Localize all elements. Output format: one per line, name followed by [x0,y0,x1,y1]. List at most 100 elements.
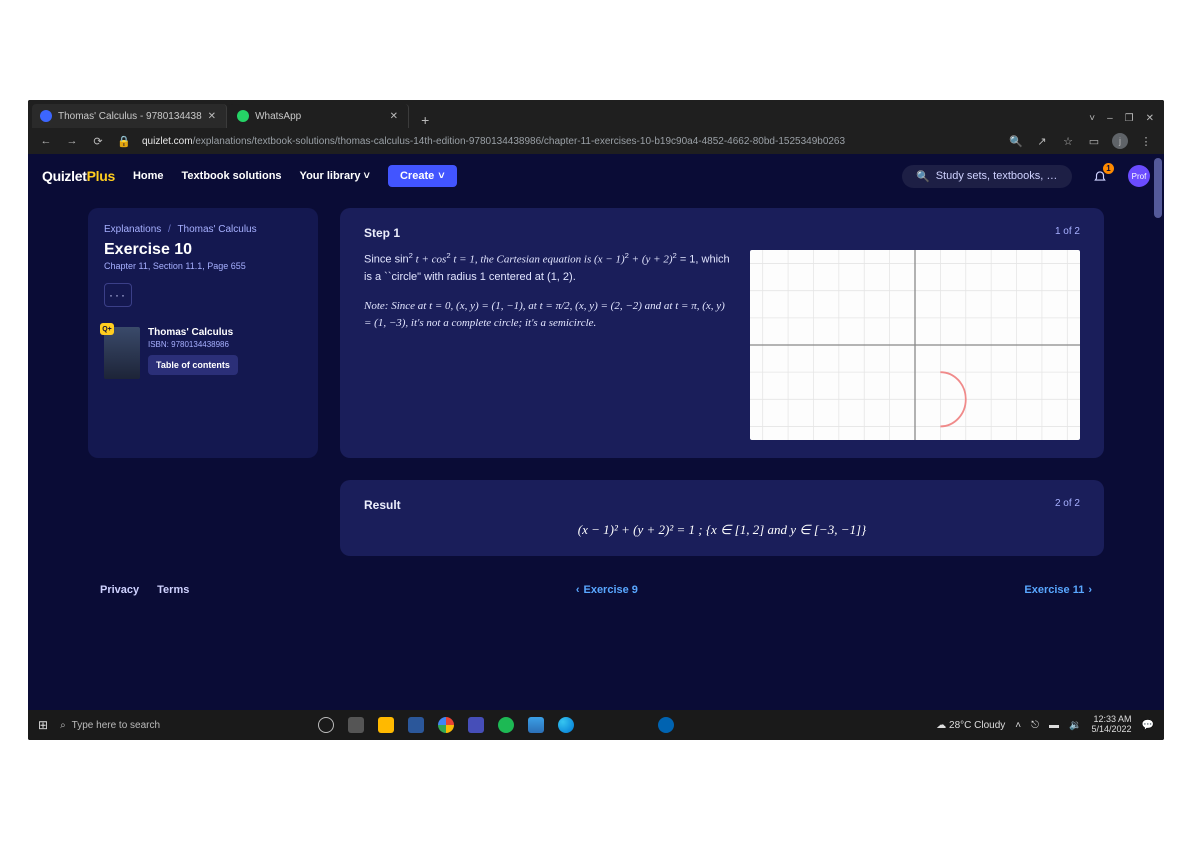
nav-textbook-solutions[interactable]: Textbook solutions [182,170,282,182]
notifications-button[interactable]: 1 [1090,166,1110,186]
next-exercise-label: Exercise 11 [1024,584,1084,596]
taskview-icon[interactable] [348,717,364,733]
crumb-explanations[interactable]: Explanations [104,224,161,235]
step-heading: Step 1 [364,226,400,240]
book-isbn: ISBN: 9780134438986 [148,340,238,349]
nav-home[interactable]: Home [133,170,164,182]
logo[interactable]: QuizletPlus [42,168,115,184]
system-tray: ☁ 28°C Cloudy ˄ ⎋ ▬ 🔉 12:33 AM 5/14/2022… [936,715,1154,735]
book-title[interactable]: Thomas' Calculus [148,327,238,338]
photos-icon[interactable] [528,717,544,733]
chevron-down-icon[interactable]: ˅ [1089,113,1095,124]
nav-your-library[interactable]: Your library ˅ [300,170,370,182]
forward-button[interactable]: → [64,135,80,147]
page-content: QuizletPlus Home Textbook solutions Your… [28,154,1164,710]
result-equation: (x − 1)² + (y + 2)² = 1 ; {x ∈ [1, 2] an… [364,522,1080,538]
crumb-sep: / [168,224,171,235]
tray-chevron-icon[interactable]: ˄ [1015,720,1021,731]
page-footer: Privacy Terms ‹ Exercise 9 Exercise 11 › [28,556,1164,604]
address-field[interactable]: quizlet.com/explanations/textbook-soluti… [142,136,998,147]
prev-exercise-label: Exercise 9 [583,584,637,596]
cortana-icon[interactable] [318,717,334,733]
tab-whatsapp[interactable]: WhatsApp ✕ [229,104,409,128]
profile-chip[interactable]: j [1112,133,1128,149]
explorer-icon[interactable] [378,717,394,733]
spotify-icon[interactable] [498,717,514,733]
start-button[interactable]: ⊞ [38,718,48,732]
task-icons [318,717,674,733]
crumb-book[interactable]: Thomas' Calculus [177,224,256,235]
search-placeholder: Study sets, textbooks, … [936,170,1058,182]
clock[interactable]: 12:33 AM 5/14/2022 [1092,715,1132,735]
weather-widget[interactable]: ☁ 28°C Cloudy [936,720,1005,731]
kebab-menu-icon[interactable]: ⋮ [1138,135,1154,148]
reload-button[interactable]: ⟳ [90,135,106,148]
minimize-icon[interactable]: – [1107,113,1113,124]
tab-strip: Thomas' Calculus - 9780134438 ✕ WhatsApp… [28,100,1164,128]
exercise-subtitle: Chapter 11, Section 11.1, Page 655 [104,261,302,271]
close-icon[interactable]: ✕ [208,111,216,122]
url-bar: ← → ⟳ 🔒 quizlet.com/explanations/textboo… [28,128,1164,154]
lock-icon: 🔒 [116,135,132,148]
chevron-left-icon: ‹ [576,584,580,596]
privacy-link[interactable]: Privacy [100,584,139,596]
back-button[interactable]: ← [38,135,54,147]
site-header: QuizletPlus Home Textbook solutions Your… [28,154,1164,198]
more-button[interactable]: ··· [104,283,132,307]
step-explanation: Since sin2 t + cos2 t = 1, the Cartesian… [364,250,732,440]
scrollbar[interactable] [1154,158,1162,218]
sound-icon[interactable]: 🔉 [1069,720,1081,731]
prev-exercise-link[interactable]: ‹ Exercise 9 [576,584,638,596]
close-icon[interactable]: ✕ [390,111,398,122]
star-icon[interactable]: ☆ [1060,135,1076,148]
step-note: Note: Since at t = 0, (x, y) = (1, −1), … [364,298,732,332]
chevron-down-icon: ˅ [438,170,444,182]
nav-your-library-label: Your library [300,170,361,182]
next-exercise-link[interactable]: Exercise 11 › [1024,584,1092,596]
chevron-right-icon: › [1088,584,1092,596]
sidebar: Explanations / Thomas' Calculus Exercise… [88,208,318,458]
url-path: /explanations/textbook-solutions/thomas-… [193,136,845,147]
book-meta: Thomas' Calculus ISBN: 9780134438986 Tab… [148,327,238,379]
tab-quizlet[interactable]: Thomas' Calculus - 9780134438 ✕ [32,104,227,128]
search-icon: 🔍 [916,170,930,183]
avatar[interactable]: Prof [1128,165,1150,187]
favicon-quizlet [40,110,52,122]
tab-label: WhatsApp [255,111,384,122]
create-button[interactable]: Create ˅ [388,165,457,187]
taskbar-search-placeholder: Type here to search [72,720,160,731]
taskbar: ⊞ ⌕ Type here to search ☁ 28°C Cloudy ˄ … [28,710,1164,740]
step-count: 1 of 2 [1055,226,1080,240]
toc-button[interactable]: Table of contents [148,355,238,375]
page-body: Explanations / Thomas' Calculus Exercise… [28,198,1164,556]
terms-link[interactable]: Terms [157,584,189,596]
share-icon[interactable]: ↗ [1034,135,1050,148]
result-heading: Result [364,498,401,512]
logo-suffix: Plus [87,168,115,184]
breadcrumb: Explanations / Thomas' Calculus [104,224,302,235]
book-row: Q+ Thomas' Calculus ISBN: 9780134438986 … [104,327,302,379]
teams-icon[interactable] [468,717,484,733]
search-icon: ⌕ [60,720,66,731]
word-icon[interactable] [408,717,424,733]
result-card: Result 2 of 2 (x − 1)² + (y + 2)² = 1 ; … [340,480,1104,556]
taskbar-search[interactable]: ⌕ Type here to search [60,720,280,731]
battery-icon[interactable]: ▬ [1049,720,1059,731]
chrome-icon[interactable] [438,717,454,733]
search-input[interactable]: 🔍 Study sets, textbooks, … [902,165,1072,188]
logo-main: Quizlet [42,168,87,184]
url-host: quizlet.com [142,136,193,147]
new-tab-button[interactable]: + [411,112,439,128]
action-center-icon[interactable]: 💬 [1142,720,1154,731]
extension-icon[interactable]: ▭ [1086,135,1102,148]
wifi-icon[interactable]: ⎋ [1031,720,1039,731]
book-cover[interactable]: Q+ [104,327,140,379]
chevron-down-icon: ˅ [364,170,370,182]
close-icon[interactable]: ✕ [1146,113,1154,124]
restore-icon[interactable]: ❐ [1125,113,1134,124]
help-icon[interactable] [658,717,674,733]
edge-icon[interactable] [558,717,574,733]
notification-badge: 1 [1103,163,1114,174]
zoom-icon[interactable]: 🔍 [1008,135,1024,148]
exercise-title: Exercise 10 [104,241,302,259]
